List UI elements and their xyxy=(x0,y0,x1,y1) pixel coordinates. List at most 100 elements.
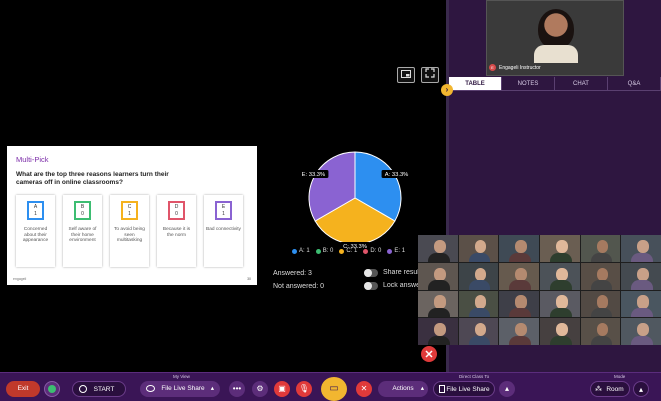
slide-question: What are the top three reasons learners … xyxy=(16,171,169,186)
exit-button[interactable]: Exit xyxy=(6,381,40,397)
participant-tile[interactable] xyxy=(580,318,621,345)
answer-text: Bad connectivity xyxy=(206,227,241,232)
participant-tile[interactable] xyxy=(540,235,580,262)
participant-torso xyxy=(509,308,532,318)
participant-torso xyxy=(468,252,491,262)
participant-torso xyxy=(468,280,491,290)
pie-label-text: A: 33.3% xyxy=(385,172,409,178)
lock-answers-toggle[interactable] xyxy=(364,282,378,290)
participant-tile[interactable] xyxy=(621,235,661,262)
poll-slide: Multi-Pick What are the top three reason… xyxy=(7,146,257,285)
participant-tile[interactable] xyxy=(580,262,621,290)
mic-toggle-button[interactable]: 🎙︎ xyxy=(296,381,312,397)
answer-box: C1 xyxy=(121,201,138,220)
tab-table[interactable]: TABLE xyxy=(449,77,502,90)
participant-tile[interactable] xyxy=(580,290,621,318)
participant-tile[interactable] xyxy=(458,235,499,262)
mode-label: Mode xyxy=(614,374,626,379)
legend-swatch xyxy=(292,248,297,254)
participant-tile[interactable] xyxy=(621,318,661,345)
participant-tile[interactable] xyxy=(458,262,499,290)
legend-label: A: 1 xyxy=(299,248,310,254)
mic-off-icon: 🎙︎ xyxy=(298,384,310,393)
legend-label: E: 1 xyxy=(394,248,406,254)
participant-torso xyxy=(549,335,572,345)
direct-class-selector[interactable]: File Live Share xyxy=(433,381,495,397)
participant-head xyxy=(433,295,446,309)
answer-text: Self aware of their home environment xyxy=(68,227,97,244)
answer-count: 1 xyxy=(222,211,225,217)
participant-tile[interactable] xyxy=(621,262,661,290)
start-timer-button[interactable]: START xyxy=(72,381,126,397)
participant-tile[interactable] xyxy=(499,290,539,318)
participant-tile[interactable] xyxy=(418,262,458,290)
mode-selector[interactable]: ⁂ Room xyxy=(590,381,630,397)
participant-tile[interactable] xyxy=(458,290,499,318)
participant-torso xyxy=(549,308,572,318)
mode-dropdown[interactable]: ▴ xyxy=(633,381,649,397)
share-results-label: Share results xyxy=(383,269,418,276)
participant-tile[interactable] xyxy=(540,290,580,318)
participant-head xyxy=(433,323,446,337)
legend-item: B: 0 xyxy=(315,248,333,254)
exit-label: Exit xyxy=(17,385,29,392)
close-grid-button[interactable] xyxy=(421,346,437,362)
participant-tile[interactable] xyxy=(458,318,499,345)
participant-head xyxy=(637,267,650,281)
pip-icon xyxy=(401,70,411,78)
participant-torso xyxy=(468,335,491,345)
direct-class-dropdown[interactable]: ▴ xyxy=(499,381,515,397)
my-view-selector[interactable]: File Live Share ▴ xyxy=(140,381,220,397)
fullscreen-button[interactable] xyxy=(421,67,439,83)
participant-tile[interactable] xyxy=(499,235,539,262)
disconnect-button[interactable]: ✕ xyxy=(356,381,372,397)
participant-tile[interactable] xyxy=(418,290,458,318)
tab-chat[interactable]: CHAT xyxy=(555,77,608,90)
share-screen-button[interactable]: ▭ xyxy=(321,377,347,401)
chevron-up-icon: ▴ xyxy=(420,385,424,392)
results-pie-chart: A: 33.3%C: 33.3%E: 33.3% xyxy=(298,151,412,250)
settings-button[interactable]: ⚙ xyxy=(252,381,268,397)
gear-icon: ⚙ xyxy=(256,384,264,393)
mode-value: Room xyxy=(606,386,624,393)
answer-count: 0 xyxy=(175,211,178,217)
participant-head xyxy=(515,323,528,337)
participant-torso xyxy=(631,252,654,262)
legend-label: C: 1 xyxy=(346,248,358,254)
tab-notes[interactable]: NOTES xyxy=(502,77,555,90)
answer-letter: D xyxy=(174,204,179,210)
answer-letter: C xyxy=(127,204,132,210)
participant-head xyxy=(474,295,487,309)
answer-card: A 1 Concerned about their appearance xyxy=(16,195,55,267)
participant-tile[interactable] xyxy=(499,262,539,290)
answer-letter: E xyxy=(221,204,226,210)
camera-toggle-button[interactable]: ▣ xyxy=(274,381,290,397)
legend-swatch xyxy=(315,248,321,254)
more-button[interactable]: ••• xyxy=(229,381,245,397)
participant-tile[interactable] xyxy=(621,290,661,318)
record-button[interactable] xyxy=(44,381,60,397)
actions-button[interactable]: Actions ▴ xyxy=(378,381,428,397)
picture-in-picture-button[interactable] xyxy=(397,67,415,83)
participant-torso xyxy=(631,280,654,290)
slide-page-number: 30 xyxy=(247,277,251,281)
legend-swatch xyxy=(363,248,369,254)
participant-tile[interactable] xyxy=(540,262,580,290)
participants-grid xyxy=(418,235,661,345)
legend-swatch xyxy=(339,248,345,254)
share-results-toggle[interactable] xyxy=(364,269,378,277)
participant-tile[interactable] xyxy=(418,235,458,262)
participant-tile[interactable] xyxy=(540,318,580,345)
participant-torso xyxy=(549,252,572,262)
file-icon xyxy=(439,385,445,393)
answer-card: D 0 Because it is the norm xyxy=(157,195,196,267)
participant-torso xyxy=(631,308,654,318)
participant-tile[interactable] xyxy=(499,318,539,345)
collapse-panel-button[interactable]: › xyxy=(441,84,453,96)
participant-tile[interactable] xyxy=(580,235,621,262)
chevron-up-icon: ▴ xyxy=(638,385,643,394)
participant-tile[interactable] xyxy=(418,318,458,345)
legend-label: D: 0 xyxy=(370,248,382,254)
tab-qa[interactable]: Q&A xyxy=(608,77,661,90)
eye-icon xyxy=(146,385,155,392)
